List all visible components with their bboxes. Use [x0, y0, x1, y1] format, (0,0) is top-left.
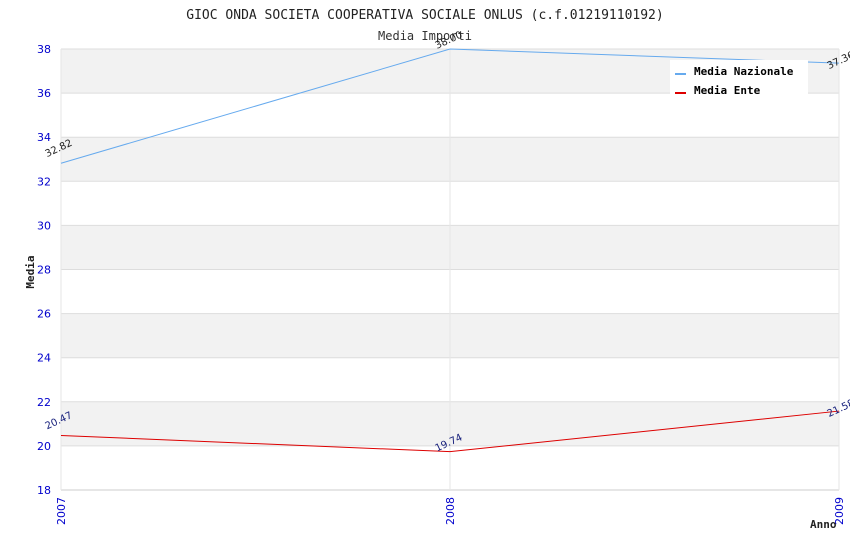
y-axis-label: Media [24, 255, 37, 288]
chart-title: GIOC ONDA SOCIETA COOPERATIVA SOCIALE ON… [186, 8, 663, 23]
y-tick-label: 36 [37, 87, 51, 100]
y-tick-label: 32 [37, 175, 51, 188]
legend: Media Nazionale Media Ente [670, 60, 808, 97]
x-tick-label: 2007 [55, 497, 68, 525]
y-tick-label: 22 [37, 396, 51, 409]
y-tick-label: 28 [37, 264, 51, 277]
legend-label: Media Nazionale [694, 65, 794, 78]
legend-label: Media Ente [694, 84, 761, 97]
x-tick-label: 2008 [444, 497, 457, 525]
y-tick-label: 34 [37, 131, 51, 144]
x-axis-ticks: 2007 2008 2009 [55, 497, 846, 525]
y-tick-label: 38 [37, 43, 51, 56]
y-tick-label: 18 [37, 484, 51, 497]
y-tick-label: 30 [37, 219, 51, 232]
y-tick-label: 20 [37, 440, 51, 453]
y-tick-label: 24 [37, 352, 51, 365]
line-chart: GIOC ONDA SOCIETA COOPERATIVA SOCIALE ON… [24, 8, 850, 531]
y-tick-label: 26 [37, 308, 51, 321]
x-axis-label: Anno [810, 518, 837, 531]
